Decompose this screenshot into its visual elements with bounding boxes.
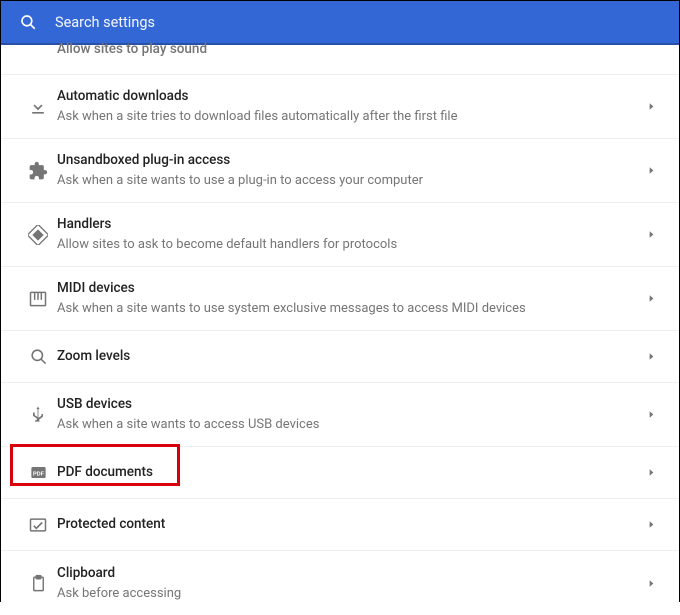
settings-row-pdf[interactable]: PDF PDF documents xyxy=(1,447,679,499)
row-title: MIDI devices xyxy=(57,279,646,298)
settings-row-sound[interactable]: Allow sites to play sound xyxy=(1,45,679,75)
chevron-right-icon xyxy=(646,409,657,420)
row-text: Clipboard Ask before accessing xyxy=(57,552,646,615)
download-icon xyxy=(19,97,57,117)
row-text: PDF documents xyxy=(57,451,646,494)
chevron-right-icon xyxy=(646,351,657,362)
row-title: PDF documents xyxy=(57,463,646,482)
row-title: Automatic downloads xyxy=(57,87,646,106)
row-text: Unsandboxed plug-in access Ask when a si… xyxy=(57,139,646,202)
pdf-icon: PDF xyxy=(19,463,57,482)
row-subtitle: Ask before accessing xyxy=(57,585,646,603)
search-icon xyxy=(19,13,37,31)
row-subtitle: Ask when a site wants to use system excl… xyxy=(57,300,646,318)
settings-list: Allow sites to play sound Automatic down… xyxy=(1,45,679,615)
settings-row-automatic-downloads[interactable]: Automatic downloads Ask when a site trie… xyxy=(1,75,679,139)
chevron-right-icon xyxy=(646,467,657,478)
row-text: USB devices Ask when a site wants to acc… xyxy=(57,383,646,446)
zoom-icon xyxy=(19,347,57,366)
chevron-right-icon xyxy=(646,165,657,176)
settings-row-handlers[interactable]: Handlers Allow sites to ask to become de… xyxy=(1,203,679,267)
row-title: Clipboard xyxy=(57,564,646,583)
settings-row-zoom[interactable]: Zoom levels xyxy=(1,331,679,383)
row-title: Protected content xyxy=(57,515,646,534)
svg-text:PDF: PDF xyxy=(32,472,44,478)
clipboard-icon xyxy=(19,574,57,593)
row-subtitle: Ask when a site tries to download files … xyxy=(57,108,646,126)
chevron-right-icon xyxy=(646,293,657,304)
chevron-right-icon xyxy=(646,229,657,240)
search-placeholder: Search settings xyxy=(55,14,155,31)
handlers-icon xyxy=(19,225,57,245)
row-title: Zoom levels xyxy=(57,347,646,366)
row-text: Automatic downloads Ask when a site trie… xyxy=(57,75,646,138)
chevron-right-icon xyxy=(646,519,657,530)
row-title: Unsandboxed plug-in access xyxy=(57,151,646,170)
puzzle-icon xyxy=(19,161,57,181)
row-text: Zoom levels xyxy=(57,335,646,378)
settings-row-clipboard[interactable]: Clipboard Ask before accessing xyxy=(1,551,679,615)
row-title: USB devices xyxy=(57,395,646,414)
row-title: Allow sites to play sound xyxy=(57,43,207,57)
settings-row-unsandboxed-plugin[interactable]: Unsandboxed plug-in access Ask when a si… xyxy=(1,139,679,203)
row-subtitle: Ask when a site wants to use a plug-in t… xyxy=(57,172,646,190)
row-subtitle: Ask when a site wants to access USB devi… xyxy=(57,416,646,434)
chevron-right-icon xyxy=(646,101,657,112)
midi-icon xyxy=(19,289,57,309)
row-text: Handlers Allow sites to ask to become de… xyxy=(57,203,646,266)
search-header[interactable]: Search settings xyxy=(1,1,679,45)
protected-icon xyxy=(19,515,57,535)
settings-row-usb[interactable]: USB devices Ask when a site wants to acc… xyxy=(1,383,679,447)
chevron-right-icon xyxy=(646,578,657,589)
row-title: Handlers xyxy=(57,215,646,234)
settings-row-midi[interactable]: MIDI devices Ask when a site wants to us… xyxy=(1,267,679,331)
settings-row-protected-content[interactable]: Protected content xyxy=(1,499,679,551)
usb-icon xyxy=(19,405,57,425)
row-text: MIDI devices Ask when a site wants to us… xyxy=(57,267,646,330)
row-subtitle: Allow sites to ask to become default han… xyxy=(57,236,646,254)
row-text: Protected content xyxy=(57,503,646,546)
